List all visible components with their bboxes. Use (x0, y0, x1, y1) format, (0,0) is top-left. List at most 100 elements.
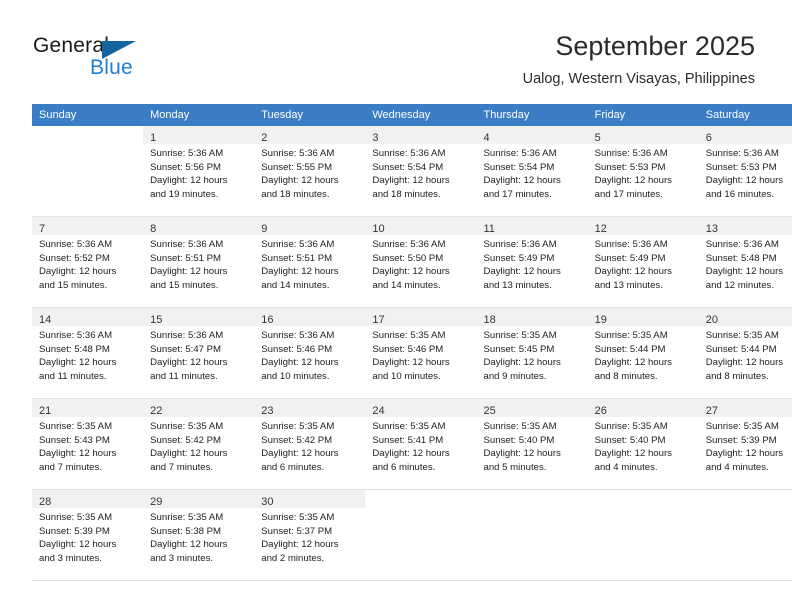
calendar-day-cell[interactable] (476, 489, 588, 581)
day-detail-line: Daylight: 12 hours (39, 448, 117, 460)
day-number: 4 (483, 132, 490, 144)
day-detail-line: Sunrise: 5:36 AM (372, 239, 446, 250)
day-detail-line: Daylight: 12 hours (594, 266, 672, 278)
day-number: 23 (261, 405, 274, 417)
day-cell-content: 6 Sunrise: 5:36 AM Sunset: 5:53 PM Daylight… (698, 126, 792, 216)
day-number-band: 14 (32, 308, 144, 326)
calendar-day-cell[interactable]: 2 Sunrise: 5:36 AM Sunset: 5:55 PM Daylight… (254, 126, 366, 217)
day-number-band: 19 (587, 308, 699, 326)
calendar-day-cell[interactable]: 9 Sunrise: 5:36 AM Sunset: 5:51 PM Daylight… (254, 216, 366, 308)
calendar-day-cell[interactable]: 28 Sunrise: 5:35 AM Sunset: 5:39 PM Dayligh… (32, 489, 144, 581)
calendar-day-cell[interactable]: 5 Sunrise: 5:36 AM Sunset: 5:53 PM Daylight… (587, 126, 699, 217)
calendar-day-cell[interactable]: 21 Sunrise: 5:35 AM Sunset: 5:43 PM Dayligh… (32, 398, 144, 490)
day-detail-lines (32, 144, 143, 147)
day-cell-content: 9 Sunrise: 5:36 AM Sunset: 5:51 PM Daylight… (254, 217, 366, 307)
day-detail-line: Daylight: 12 hours (483, 175, 561, 187)
calendar-day-cell[interactable]: 22 Sunrise: 5:35 AM Sunset: 5:42 PM Dayligh… (143, 398, 255, 490)
day-number-band: 3 (365, 126, 477, 144)
logo-text-blue: Blue (90, 56, 133, 79)
general-blue-logo[interactable]: General Blue (33, 34, 243, 84)
calendar-week-row: 1 Sunrise: 5:36 AM Sunset: 5:56 PM Daylight… (32, 126, 792, 217)
calendar-day-cell[interactable]: 23 Sunrise: 5:35 AM Sunset: 5:42 PM Dayligh… (254, 398, 366, 490)
day-detail-line: Sunrise: 5:36 AM (705, 239, 779, 250)
day-detail-line: Daylight: 12 hours (39, 357, 117, 369)
day-detail-line: and 3 minutes. (150, 552, 214, 564)
calendar-day-cell[interactable]: 10 Sunrise: 5:36 AM Sunset: 5:50 PM Dayligh… (365, 216, 477, 308)
weekday-header-thursday: Thursday (476, 104, 588, 126)
calendar-day-cell[interactable]: 18 Sunrise: 5:35 AM Sunset: 5:45 PM Dayligh… (476, 307, 588, 399)
calendar-day-cell[interactable] (365, 489, 477, 581)
day-detail-lines: Sunrise: 5:35 AM Sunset: 5:46 PM Daylight:… (365, 326, 476, 383)
calendar-day-cell[interactable]: 24 Sunrise: 5:35 AM Sunset: 5:41 PM Dayligh… (365, 398, 477, 490)
calendar-day-cell[interactable]: 11 Sunrise: 5:36 AM Sunset: 5:49 PM Dayligh… (476, 216, 588, 308)
day-number-band: 6 (698, 126, 792, 144)
day-detail-line: Sunrise: 5:35 AM (261, 512, 335, 523)
day-detail-line: Sunset: 5:44 PM (705, 343, 777, 355)
day-number-band: 21 (32, 399, 144, 417)
day-number-band: 4 (476, 126, 588, 144)
day-detail-line: Daylight: 12 hours (372, 448, 450, 460)
calendar-day-cell[interactable]: 12 Sunrise: 5:36 AM Sunset: 5:49 PM Dayligh… (587, 216, 699, 308)
calendar-day-cell[interactable]: 16 Sunrise: 5:36 AM Sunset: 5:46 PM Dayligh… (254, 307, 366, 399)
calendar-day-cell[interactable]: 20 Sunrise: 5:35 AM Sunset: 5:44 PM Dayligh… (698, 307, 792, 399)
calendar-day-cell[interactable]: 25 Sunrise: 5:35 AM Sunset: 5:40 PM Dayligh… (476, 398, 588, 490)
day-detail-line: Sunset: 5:43 PM (39, 434, 110, 446)
day-detail-line: Daylight: 12 hours (594, 357, 672, 369)
calendar-day-cell[interactable]: 29 Sunrise: 5:35 AM Sunset: 5:38 PM Dayligh… (143, 489, 255, 581)
weekday-header-saturday: Saturday (698, 104, 792, 126)
calendar-week-row: 7 Sunrise: 5:36 AM Sunset: 5:52 PM Daylight… (32, 216, 792, 308)
day-detail-line: and 5 minutes. (483, 461, 547, 473)
day-number: 3 (372, 132, 379, 144)
day-detail-lines (699, 508, 792, 511)
calendar-day-cell[interactable]: 26 Sunrise: 5:35 AM Sunset: 5:40 PM Dayligh… (587, 398, 699, 490)
day-detail-lines: Sunrise: 5:36 AM Sunset: 5:54 PM Daylight:… (365, 144, 476, 201)
day-detail-lines: Sunrise: 5:36 AM Sunset: 5:49 PM Daylight:… (477, 235, 588, 292)
weekday-header-sunday: Sunday (32, 104, 144, 126)
day-detail-lines: Sunrise: 5:36 AM Sunset: 5:55 PM Daylight:… (254, 144, 365, 201)
calendar-day-cell[interactable]: 7 Sunrise: 5:36 AM Sunset: 5:52 PM Daylight… (32, 216, 144, 308)
calendar-day-cell[interactable]: 15 Sunrise: 5:36 AM Sunset: 5:47 PM Dayligh… (143, 307, 255, 399)
day-detail-line: Daylight: 12 hours (261, 357, 339, 369)
day-detail-line: and 12 minutes. (705, 279, 775, 291)
day-detail-lines: Sunrise: 5:35 AM Sunset: 5:44 PM Daylight:… (699, 326, 792, 383)
day-number: 6 (705, 132, 712, 144)
calendar-day-cell[interactable]: 17 Sunrise: 5:35 AM Sunset: 5:46 PM Dayligh… (365, 307, 477, 399)
day-detail-lines: Sunrise: 5:35 AM Sunset: 5:39 PM Daylight:… (32, 508, 143, 565)
day-detail-lines (588, 508, 699, 511)
day-number: 24 (372, 405, 385, 417)
day-number-band: 1 (143, 126, 255, 144)
day-detail-line: and 3 minutes. (39, 552, 102, 564)
calendar-day-cell[interactable]: 1 Sunrise: 5:36 AM Sunset: 5:56 PM Daylight… (143, 126, 255, 217)
day-detail-line: Daylight: 12 hours (483, 357, 561, 369)
calendar-day-cell[interactable]: 6 Sunrise: 5:36 AM Sunset: 5:53 PM Daylight… (698, 126, 792, 217)
day-detail-line: and 19 minutes. (150, 188, 219, 200)
calendar-day-cell[interactable]: 13 Sunrise: 5:36 AM Sunset: 5:48 PM Dayligh… (698, 216, 792, 308)
calendar-day-cell[interactable]: 19 Sunrise: 5:35 AM Sunset: 5:44 PM Dayligh… (587, 307, 699, 399)
calendar-day-cell[interactable] (32, 126, 144, 217)
day-detail-line: and 7 minutes. (150, 461, 214, 473)
day-detail-line: and 15 minutes. (39, 279, 108, 291)
calendar-day-cell[interactable] (587, 489, 699, 581)
calendar-day-cell[interactable]: 14 Sunrise: 5:36 AM Sunset: 5:48 PM Dayligh… (32, 307, 144, 399)
calendar-day-cell[interactable]: 8 Sunrise: 5:36 AM Sunset: 5:51 PM Daylight… (143, 216, 255, 308)
day-cell-content: 24 Sunrise: 5:35 AM Sunset: 5:41 PM Dayligh… (365, 399, 477, 489)
day-detail-line: and 13 minutes. (594, 279, 663, 291)
day-detail-lines: Sunrise: 5:35 AM Sunset: 5:45 PM Daylight:… (477, 326, 588, 383)
day-detail-line: Sunset: 5:37 PM (261, 525, 333, 537)
day-number: 14 (39, 314, 52, 326)
day-detail-line: Sunset: 5:51 PM (261, 252, 333, 264)
day-detail-line: Sunset: 5:44 PM (594, 343, 666, 355)
day-cell-content: 20 Sunrise: 5:35 AM Sunset: 5:44 PM Dayligh… (698, 308, 792, 398)
day-detail-line: Sunset: 5:56 PM (150, 161, 222, 173)
day-number-band: 23 (254, 399, 366, 417)
day-number: 13 (705, 223, 718, 235)
day-cell-content: 15 Sunrise: 5:36 AM Sunset: 5:47 PM Dayligh… (143, 308, 255, 398)
day-detail-line: Sunrise: 5:36 AM (261, 330, 335, 341)
calendar-day-cell[interactable]: 3 Sunrise: 5:36 AM Sunset: 5:54 PM Daylight… (365, 126, 477, 217)
calendar-day-cell[interactable]: 30 Sunrise: 5:35 AM Sunset: 5:37 PM Dayligh… (254, 489, 366, 581)
day-detail-lines (477, 508, 588, 511)
day-detail-line: Sunrise: 5:35 AM (705, 330, 779, 341)
calendar-day-cell[interactable] (698, 489, 792, 581)
calendar-day-cell[interactable]: 4 Sunrise: 5:36 AM Sunset: 5:54 PM Daylight… (476, 126, 588, 217)
calendar-day-cell[interactable]: 27 Sunrise: 5:35 AM Sunset: 5:39 PM Dayligh… (698, 398, 792, 490)
